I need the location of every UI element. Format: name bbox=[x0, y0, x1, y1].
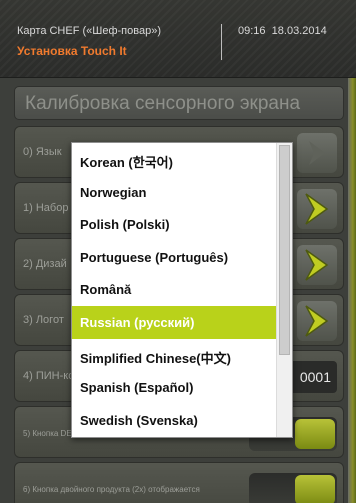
language-option[interactable]: Swedish (Svenska) bbox=[72, 404, 278, 437]
screen-title: Установка Touch It bbox=[17, 44, 127, 58]
calibration-title-button[interactable]: Калибровка сенсорного экрана bbox=[14, 86, 344, 120]
header-divider bbox=[221, 24, 222, 60]
setting-label: 0) Язык bbox=[23, 146, 62, 158]
setting-row-double-product[interactable]: 6) Кнопка двойного продукта (2x) отображ… bbox=[14, 462, 344, 503]
toggle-knob bbox=[295, 419, 335, 449]
language-dropdown-list[interactable]: Korean (한국어) Norwegian Polish (Polski) P… bbox=[71, 142, 293, 438]
chevron-right-icon[interactable] bbox=[297, 189, 337, 229]
language-option[interactable]: Simplified Chinese(中文) bbox=[72, 339, 278, 372]
toggle-knob bbox=[295, 475, 335, 503]
header-bar: Карта CHEF («Шеф-повар») Установка Touch… bbox=[0, 0, 356, 78]
toggle-switch[interactable] bbox=[249, 473, 337, 503]
chevron-right-icon[interactable] bbox=[297, 245, 337, 285]
setting-label: 6) Кнопка двойного продукта (2x) отображ… bbox=[23, 485, 200, 494]
language-option[interactable]: Norwegian bbox=[72, 176, 278, 209]
language-options: Korean (한국어) Norwegian Polish (Polski) P… bbox=[72, 143, 292, 437]
language-option[interactable]: Spanish (Español) bbox=[72, 371, 278, 404]
language-option[interactable]: Polish (Polski) bbox=[72, 208, 278, 241]
setting-label: 3) Логот bbox=[23, 314, 64, 326]
chevron-right-icon[interactable] bbox=[297, 133, 337, 173]
setting-label: 4) ПИН-ко bbox=[23, 370, 75, 382]
scrollbar-track[interactable] bbox=[276, 143, 292, 437]
scrollbar-thumb[interactable] bbox=[279, 145, 290, 355]
language-option[interactable]: Portuguese (Português) bbox=[72, 241, 278, 274]
date-text: 18.03.2014 bbox=[271, 25, 327, 37]
time-text: 09:16 bbox=[238, 25, 266, 37]
language-option-selected[interactable]: Russian (русский) bbox=[72, 305, 292, 339]
chevron-right-icon[interactable] bbox=[297, 301, 337, 341]
clock: 09:16 18.03.2014 bbox=[238, 25, 327, 37]
language-option[interactable]: Korean (한국어) bbox=[72, 143, 278, 176]
setting-label: 1) Набор bbox=[23, 202, 69, 214]
language-option[interactable]: Română bbox=[72, 273, 278, 306]
setting-label: 2) Дизай bbox=[23, 258, 67, 270]
right-edge-bar bbox=[348, 78, 356, 503]
card-name: Карта CHEF («Шеф-повар») bbox=[17, 25, 161, 37]
